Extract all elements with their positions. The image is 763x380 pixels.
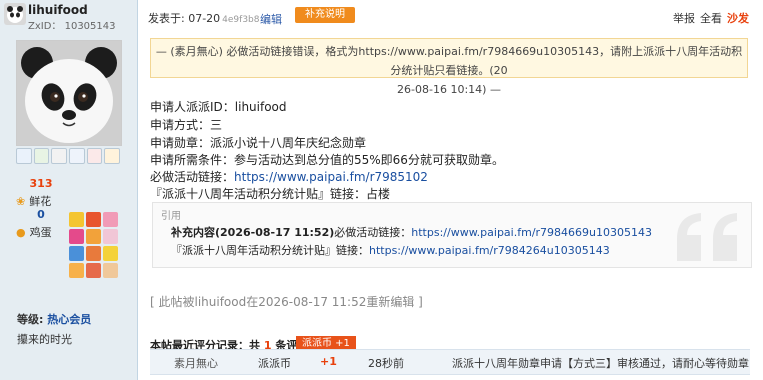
- username[interactable]: lihuifood: [28, 3, 88, 17]
- medal-icon[interactable]: [103, 246, 118, 261]
- quote-link[interactable]: https://www.paipai.fm/r7984669u10305143: [411, 226, 652, 239]
- rating-row: 素月無心 派派币 +1 28秒前 派派十八周年勋章申请【方式三】审核通过，请耐心…: [150, 349, 750, 375]
- report-link[interactable]: 举报: [673, 10, 695, 26]
- rating-user[interactable]: 素月無心: [174, 355, 218, 371]
- quote-link[interactable]: https://www.paipai.fm/r7984264u10305143: [369, 244, 610, 257]
- medal-icon[interactable]: [69, 263, 84, 278]
- must-activity-link[interactable]: https://www.paipai.fm/r7985102: [234, 170, 428, 184]
- floor-label: 沙发: [727, 12, 749, 25]
- quote-label: 引用: [161, 211, 181, 222]
- must-activity-line: 必做活动链接：https://www.paipai.fm/r7985102: [150, 170, 428, 184]
- quote-line: 补充内容(2026-08-17 11:52)必做活动链接：https://www…: [171, 226, 652, 239]
- apply-method: 申请方式：三: [150, 118, 223, 132]
- user-signature: 攥来的时光: [17, 333, 72, 346]
- user-action-icons: [15, 148, 121, 166]
- qq-icon[interactable]: [104, 148, 121, 164]
- medal-icon[interactable]: [103, 229, 118, 244]
- quote-line: 『派派十八周年活动积分统计贴』链接：https://www.paipai.fm/…: [171, 244, 610, 257]
- rating-type: 派派币: [258, 357, 291, 370]
- rating-delta: +1: [320, 355, 337, 368]
- reedit-notice: [ 此帖被lihuifood在2026-08-17 11:52重新编辑 ]: [150, 295, 423, 309]
- post-actions: 举报 全看 沙发: [673, 10, 749, 26]
- flower-count: 313: [29, 177, 53, 190]
- rating-time: 28秒前: [368, 357, 404, 370]
- user-level: 等级: 热心会员: [17, 313, 92, 326]
- quote-block: 引用 补充内容(2026-08-17 11:52)必做活动链接：https://…: [152, 202, 752, 268]
- egg-stat: ● 鸡蛋: [16, 225, 52, 240]
- group-icon[interactable]: [86, 148, 103, 164]
- notice-line: 26-08-16 10:14) —: [397, 83, 501, 96]
- medal-icon[interactable]: [86, 263, 101, 278]
- panda-avatar[interactable]: [16, 40, 122, 146]
- medal-icon[interactable]: [103, 263, 118, 278]
- medal-icon[interactable]: [86, 212, 101, 227]
- applicant-id: 申请人派派ID：lihuifood: [150, 100, 287, 114]
- medal-icon[interactable]: [69, 246, 84, 261]
- medal-icon[interactable]: [69, 229, 84, 244]
- medal-icon[interactable]: [86, 246, 101, 261]
- mini-avatar[interactable]: [4, 3, 26, 25]
- flower-icon: ❀: [16, 194, 26, 208]
- medal-icon[interactable]: [69, 212, 84, 227]
- flower-stat: ❀ 鲜花: [16, 194, 52, 209]
- search-posts-icon[interactable]: [69, 148, 85, 164]
- notice-line: — (素月無心) 必做活动链接错误，格式为https://www.paipai.…: [155, 45, 743, 77]
- user-zxid: ZxID： 10305143: [28, 21, 116, 32]
- medal-grid: [69, 212, 125, 278]
- profile-icon[interactable]: [51, 148, 67, 164]
- medal-icon[interactable]: [86, 229, 101, 244]
- moderator-notice: — (素月無心) 必做活动链接错误，格式为https://www.paipai.…: [150, 38, 748, 96]
- post-date: 发表于: 07-20 4e9f3b8: [148, 12, 260, 25]
- quote-mark-icon: [677, 213, 737, 261]
- add-friend-icon[interactable]: [33, 148, 50, 164]
- stats-thread-line: 『派派十八周年活动积分统计贴』链接：占楼: [150, 187, 391, 201]
- apply-medal: 申请勋章：派派小说十八周年庆纪念勋章: [150, 136, 367, 150]
- level-link[interactable]: 热心会员: [47, 313, 91, 326]
- edit-link[interactable]: 编辑: [260, 11, 282, 27]
- supplement-button[interactable]: 补充说明: [295, 7, 355, 23]
- message-icon[interactable]: [15, 148, 32, 164]
- view-all-link[interactable]: 全看: [700, 10, 722, 26]
- rating-reason: 派派十八周年勋章申请【方式三】审核通过，请耐心等待勋章: [452, 357, 749, 370]
- post-hash: 4e9f3b8: [222, 15, 260, 25]
- apply-condition: 申请所需条件：参与活动达到总分值的55%即66分就可获取勋章。: [150, 153, 504, 167]
- egg-icon: ●: [16, 225, 26, 239]
- medal-icon[interactable]: [103, 212, 118, 227]
- egg-count: 0: [37, 208, 45, 221]
